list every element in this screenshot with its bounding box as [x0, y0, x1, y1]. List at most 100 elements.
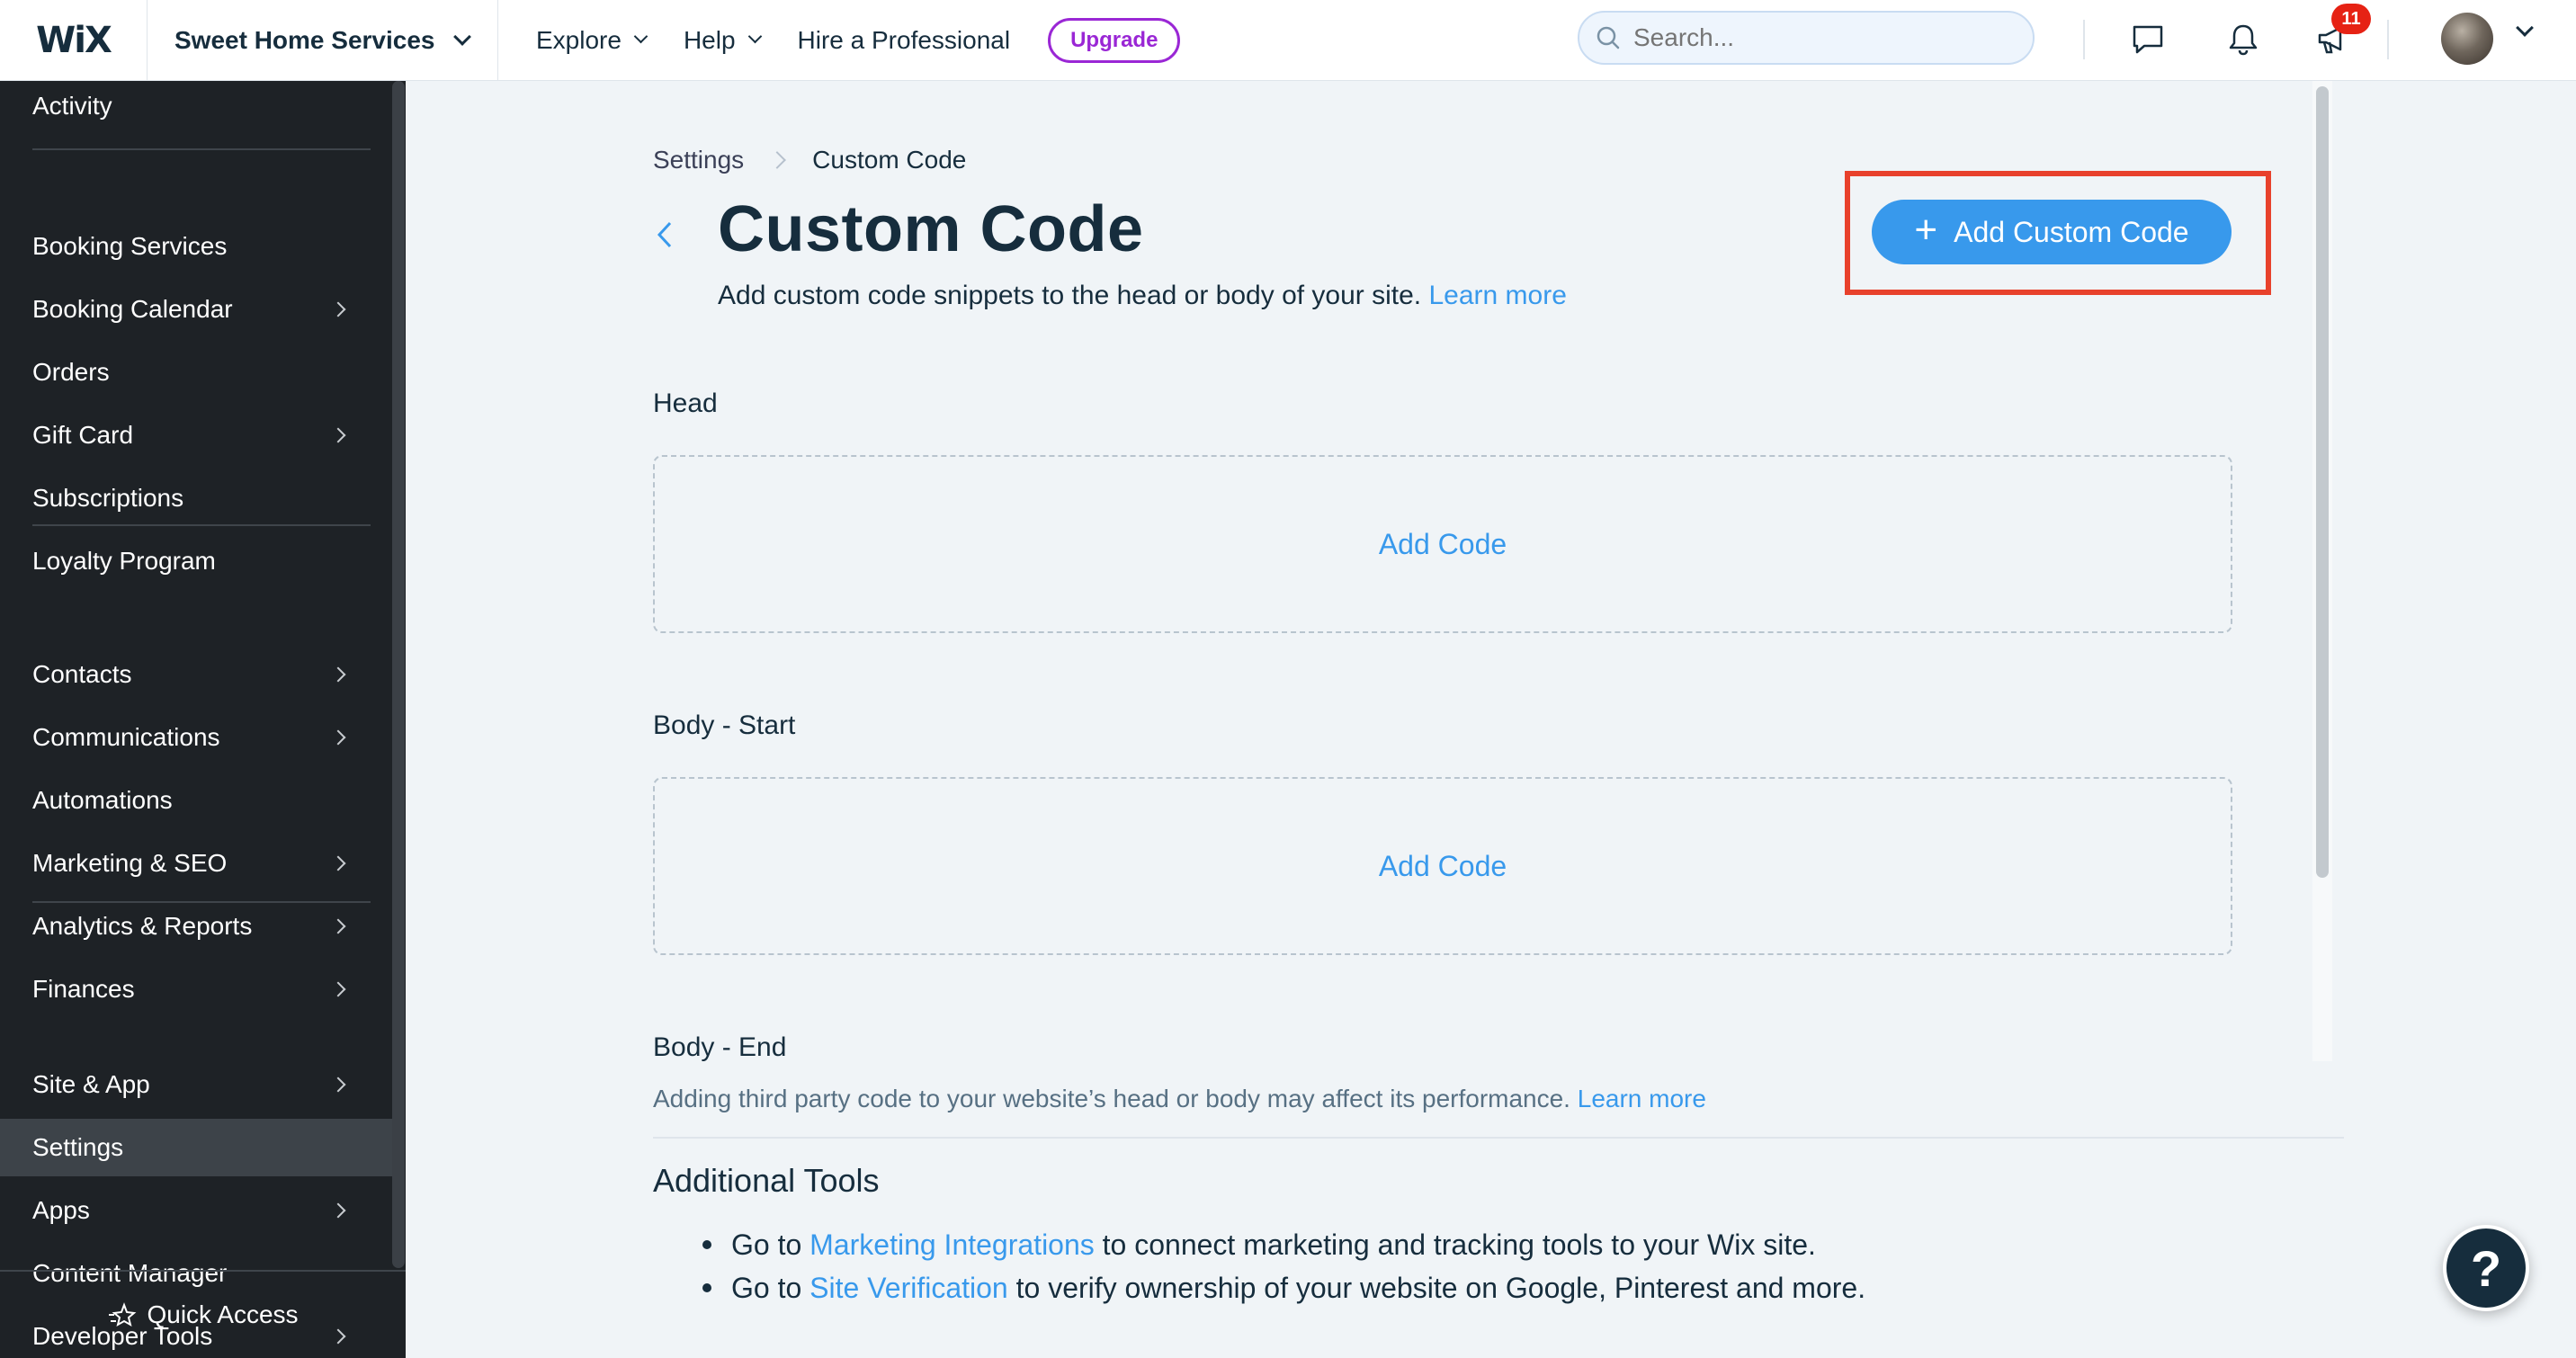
nav-hire-professional[interactable]: Hire a Professional [798, 26, 1011, 55]
sidebar-item-finances[interactable]: Finances [0, 960, 392, 1018]
sidebar-item-booking-calendar[interactable]: Booking Calendar [0, 281, 392, 338]
upgrade-button[interactable]: Upgrade [1048, 17, 1181, 63]
sidebar-divider [32, 148, 371, 150]
sidebar-item-subscriptions[interactable]: Subscriptions [0, 469, 392, 527]
sidebar-divider [32, 901, 371, 903]
performance-warning: Adding third party code to your website’… [653, 1085, 1706, 1113]
chevron-right-icon [330, 981, 346, 997]
divider [653, 1137, 2344, 1139]
chevron-right-icon [330, 666, 346, 683]
sidebar-item-label: Communications [32, 723, 220, 751]
divider [2387, 20, 2389, 59]
section-body-start-label: Body - Start [653, 710, 796, 740]
sidebar-item-communications[interactable]: Communications [0, 709, 392, 766]
chevron-right-icon [330, 1077, 346, 1093]
chevron-right-icon [330, 918, 346, 934]
tool-suffix: to verify ownership of your website on G… [1015, 1271, 1866, 1304]
main-scrollbar[interactable] [2316, 86, 2329, 878]
add-custom-code-label: Add Custom Code [1954, 215, 2189, 248]
sidebar-item-label: Analytics & Reports [32, 912, 253, 940]
sidebar-divider [32, 524, 371, 526]
sidebar-item-analytics-reports[interactable]: Analytics & Reports [0, 898, 392, 955]
sidebar-item-site-app[interactable]: Site & App [0, 1056, 392, 1113]
additional-tools-title: Additional Tools [653, 1162, 880, 1199]
marketing-integrations-link[interactable]: Marketing Integrations [809, 1228, 1095, 1262]
nav-hire-label: Hire a Professional [797, 25, 1011, 54]
chevron-right-icon [768, 151, 787, 169]
sidebar-item-label: Orders [32, 358, 110, 386]
section-body-end-label: Body - End [653, 1032, 787, 1062]
sidebar-item-loyalty-program[interactable]: Loyalty Program [0, 532, 392, 590]
breadcrumb-current: Custom Code [812, 146, 967, 174]
nav-explore-label: Explore [536, 25, 622, 54]
warning-text: Adding third party code to your website’… [653, 1085, 1570, 1112]
sidebar-item-activity[interactable]: Activity [0, 77, 392, 135]
bell-icon[interactable] [2223, 20, 2263, 59]
sidebar-item-label: Gift Card [32, 421, 134, 449]
sidebar-item-label: Subscriptions [32, 484, 184, 512]
search-input[interactable] [1633, 23, 2011, 52]
page-title: Custom Code [718, 193, 1144, 265]
add-custom-code-button[interactable]: + Add Custom Code [1872, 200, 2232, 264]
breadcrumb-settings[interactable]: Settings [653, 146, 744, 174]
sidebar-item-label: Booking Services [32, 232, 228, 260]
sidebar-item-contacts[interactable]: Contacts [0, 646, 392, 703]
sidebar-item-marketing-seo[interactable]: Marketing & SEO [0, 835, 392, 892]
quick-access-label: Quick Access [147, 1300, 299, 1328]
sidebar-item-label: Finances [32, 975, 135, 1003]
chevron-down-icon [633, 29, 648, 44]
add-code-link[interactable]: Add Code [1379, 850, 1507, 883]
sidebar-scrollbar[interactable] [392, 81, 405, 1268]
warning-learn-more-link[interactable]: Learn more [1578, 1085, 1706, 1112]
main-content: Settings Custom Code Custom Code Add cus… [406, 81, 2576, 1358]
site-name: Sweet Home Services [174, 25, 435, 54]
wix-logo[interactable]: WiX [0, 0, 148, 81]
chevron-down-icon [747, 29, 762, 44]
chevron-right-icon [330, 855, 346, 871]
site-switcher[interactable]: Sweet Home Services [148, 0, 498, 81]
chat-icon[interactable] [2128, 20, 2168, 59]
chevron-right-icon [330, 1202, 346, 1219]
nav-help-label: Help [683, 25, 736, 54]
sidebar-item-label: Contacts [32, 660, 132, 688]
learn-more-link[interactable]: Learn more [1428, 281, 1566, 310]
bullet [702, 1283, 711, 1292]
avatar[interactable] [2441, 13, 2493, 65]
sidebar-item-orders[interactable]: Orders [0, 344, 392, 401]
nav-explore[interactable]: Explore [536, 25, 648, 55]
sidebar-item-label: Automations [32, 786, 173, 814]
body-start-add-code-area[interactable]: Add Code [653, 777, 2232, 955]
sidebar-item-label: Loyalty Program [32, 547, 216, 575]
sparkle-star-icon [109, 1302, 137, 1327]
breadcrumb: Settings Custom Code [653, 146, 966, 174]
subtitle-text: Add custom code snippets to the head or … [718, 281, 1422, 310]
chevron-right-icon [330, 301, 346, 317]
sidebar-item-gift-card[interactable]: Gift Card [0, 407, 392, 464]
sidebar-item-apps[interactable]: Apps [0, 1182, 392, 1239]
chevron-right-icon [330, 729, 346, 746]
sidebar-item-automations[interactable]: Automations [0, 772, 392, 829]
quick-access-button[interactable]: Quick Access [0, 1270, 406, 1358]
chevron-down-icon [453, 27, 471, 46]
plus-icon: + [1914, 208, 1938, 252]
sidebar-item-label: Settings [32, 1133, 124, 1161]
sidebar-item-settings[interactable]: Settings [0, 1119, 392, 1176]
sidebar-item-booking-services[interactable]: Booking Services [0, 218, 392, 275]
tool-suffix: to connect marketing and tracking tools … [1102, 1228, 1816, 1261]
divider [2083, 20, 2085, 59]
search-bar[interactable] [1578, 11, 2035, 65]
back-arrow-icon[interactable] [654, 219, 675, 250]
notifications-badge: 11 [2331, 4, 2371, 34]
head-add-code-area[interactable]: Add Code [653, 455, 2232, 633]
tool-prefix: Go to [731, 1228, 802, 1261]
tool-prefix: Go to [731, 1271, 802, 1304]
help-button[interactable]: ? [2443, 1225, 2529, 1311]
sidebar-item-label: Apps [32, 1196, 90, 1224]
sidebar-item-label: Marketing & SEO [32, 849, 228, 877]
site-verification-link[interactable]: Site Verification [809, 1272, 1008, 1305]
sidebar-item-label: Booking Calendar [32, 295, 233, 323]
search-icon [1597, 26, 1620, 49]
list-item: Go to Marketing Integrations to connect … [702, 1223, 1865, 1266]
nav-help[interactable]: Help [683, 25, 762, 55]
add-code-link[interactable]: Add Code [1379, 528, 1507, 561]
